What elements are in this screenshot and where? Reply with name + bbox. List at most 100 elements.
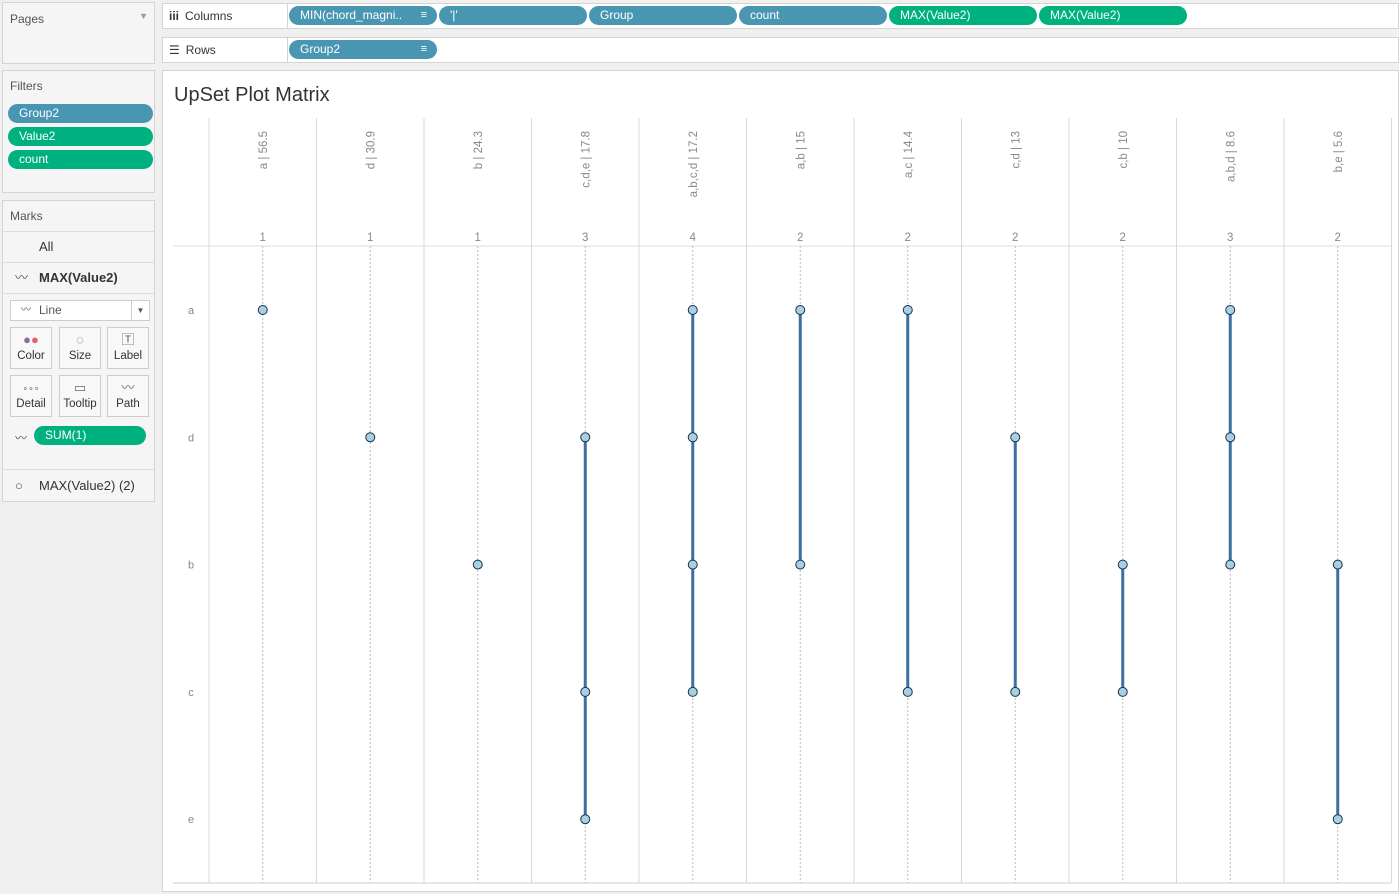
row-label: c (188, 687, 194, 699)
circle-icon: ○ (15, 478, 23, 493)
pill-text: Group2 (300, 42, 341, 56)
marks-max-value2-tab[interactable]: 〰 MAX(Value2) (3, 263, 154, 294)
marks-card1-label: MAX(Value2) (39, 270, 118, 285)
count-label: 1 (367, 232, 373, 244)
count-label: 3 (582, 232, 588, 244)
columns-shelf[interactable]: iii Columns MIN(chord_magni.. ≡ '|' Group cou… (162, 3, 1399, 29)
separator: | (1118, 144, 1130, 153)
membership-dot (580, 432, 591, 443)
separator: | (258, 153, 270, 162)
size-icon: ◌ (76, 332, 84, 347)
chevron-down-icon[interactable]: ▼ (131, 301, 149, 320)
count-label: 1 (260, 232, 266, 244)
size-label: Size (68, 350, 92, 362)
color-button[interactable]: ●● Color (10, 327, 52, 369)
color-label: Color (17, 350, 45, 362)
column-header-label: c,d | 13 (1010, 131, 1022, 169)
columns-pill[interactable]: MAX(Value2) (889, 6, 1037, 25)
set-name: a,c (903, 163, 915, 179)
set-name: c,b (1118, 153, 1130, 168)
membership-dot (1010, 686, 1021, 697)
set-value: 17.8 (580, 131, 592, 153)
columns-pill[interactable]: Group (589, 6, 737, 25)
pages-card[interactable]: Pages ▼ (2, 2, 155, 64)
pill-text: count (750, 8, 780, 22)
pill-text: MIN(chord_magni.. (300, 8, 403, 22)
count-label: 3 (1227, 232, 1233, 244)
membership-dot (1225, 432, 1236, 443)
label-button[interactable]: 🅃 Label (107, 327, 149, 369)
separator: | (1225, 147, 1237, 156)
columns-pill[interactable]: MAX(Value2) (1039, 6, 1187, 25)
set-value: 13 (1010, 131, 1022, 144)
columns-pill[interactable]: count (739, 6, 887, 25)
membership-dot (472, 559, 483, 570)
tooltip-icon: ▭ (73, 380, 87, 395)
set-value: 15 (795, 131, 807, 144)
color-icon: ●● (23, 332, 39, 347)
column-header-label: a,b | 15 (795, 131, 807, 169)
row-label: e (188, 814, 194, 826)
separator: | (795, 144, 807, 153)
column-header-label: c,b | 10 (1118, 131, 1130, 169)
set-value: 30.9 (365, 131, 377, 153)
columns-pill[interactable]: MIN(chord_magni.. ≡ (289, 6, 437, 25)
separator: | (1333, 147, 1345, 156)
separator: | (580, 153, 592, 162)
column-header-label: d | 30.9 (365, 131, 377, 169)
pill-text: Group (600, 8, 634, 22)
detail-label: Detail (16, 398, 46, 410)
viz-panel: UpSet Plot Matrix adbcea | 56.5 1 d | 30.9… (162, 70, 1399, 892)
size-button[interactable]: ◌ Size (59, 327, 101, 369)
detail-button[interactable]: ∘∘∘ Detail (10, 375, 52, 417)
pages-dropdown-icon[interactable]: ▼ (139, 11, 148, 21)
column-header-label: a | 56.5 (258, 131, 270, 169)
pages-title: Pages (10, 12, 45, 26)
path-label: Path (116, 398, 140, 410)
membership-dot (687, 686, 698, 697)
membership-dot (1117, 559, 1128, 570)
columns-shelf-label: iii Columns (163, 4, 288, 28)
path-pill-sum1[interactable]: SUM(1) (34, 426, 146, 445)
membership-dot (1117, 686, 1128, 697)
membership-dot (902, 686, 913, 697)
filters-card: Filters Group2 Value2 count (2, 70, 155, 193)
path-button[interactable]: 〰 Path (107, 375, 149, 417)
count-label: 4 (690, 232, 697, 244)
separator: | (1010, 144, 1022, 153)
mark-type-dropdown[interactable]: 〰 Line ▼ (10, 300, 150, 321)
set-value: 17.2 (688, 131, 700, 153)
count-label: 2 (905, 232, 911, 244)
count-label: 2 (1120, 232, 1126, 244)
filter-pill-group2[interactable]: Group2 (8, 104, 153, 123)
rows-shelf[interactable]: ☰ Rows Group2 ≡ (162, 37, 1399, 63)
membership-dot (1010, 432, 1021, 443)
line-icon: 〰 (15, 270, 29, 285)
tooltip-label: Tooltip (63, 398, 97, 410)
detail-icon: ∘∘∘ (22, 383, 40, 393)
set-name: a,b,c,d (688, 163, 700, 198)
rows-pill-group2[interactable]: Group2 ≡ (289, 40, 437, 59)
filter-pill-value2[interactable]: Value2 (8, 127, 153, 146)
label-label: Label (113, 350, 143, 362)
row-label: d (188, 432, 194, 444)
membership-dot (687, 432, 698, 443)
marks-title: Marks (10, 209, 43, 223)
count-label: 2 (1012, 232, 1018, 244)
set-value: 10 (1118, 131, 1130, 144)
path-icon: 〰 (121, 380, 135, 395)
row-label: b (188, 560, 194, 572)
count-label: 1 (475, 232, 481, 244)
membership-dot (580, 814, 591, 825)
set-name: a,b (795, 153, 807, 169)
columns-pill[interactable]: '|' (439, 6, 587, 25)
tooltip-button[interactable]: ▭ Tooltip (59, 375, 101, 417)
marks-max-value2-2-tab[interactable]: ○ MAX(Value2) (2) (3, 469, 154, 501)
membership-dot (1332, 814, 1343, 825)
count-label: 2 (797, 232, 803, 244)
sort-icon: ≡ (420, 9, 427, 21)
pill-text: '|' (450, 8, 458, 22)
set-value: 5.6 (1333, 131, 1345, 147)
marks-all-tab[interactable]: All (3, 231, 154, 263)
filter-pill-count[interactable]: count (8, 150, 153, 169)
